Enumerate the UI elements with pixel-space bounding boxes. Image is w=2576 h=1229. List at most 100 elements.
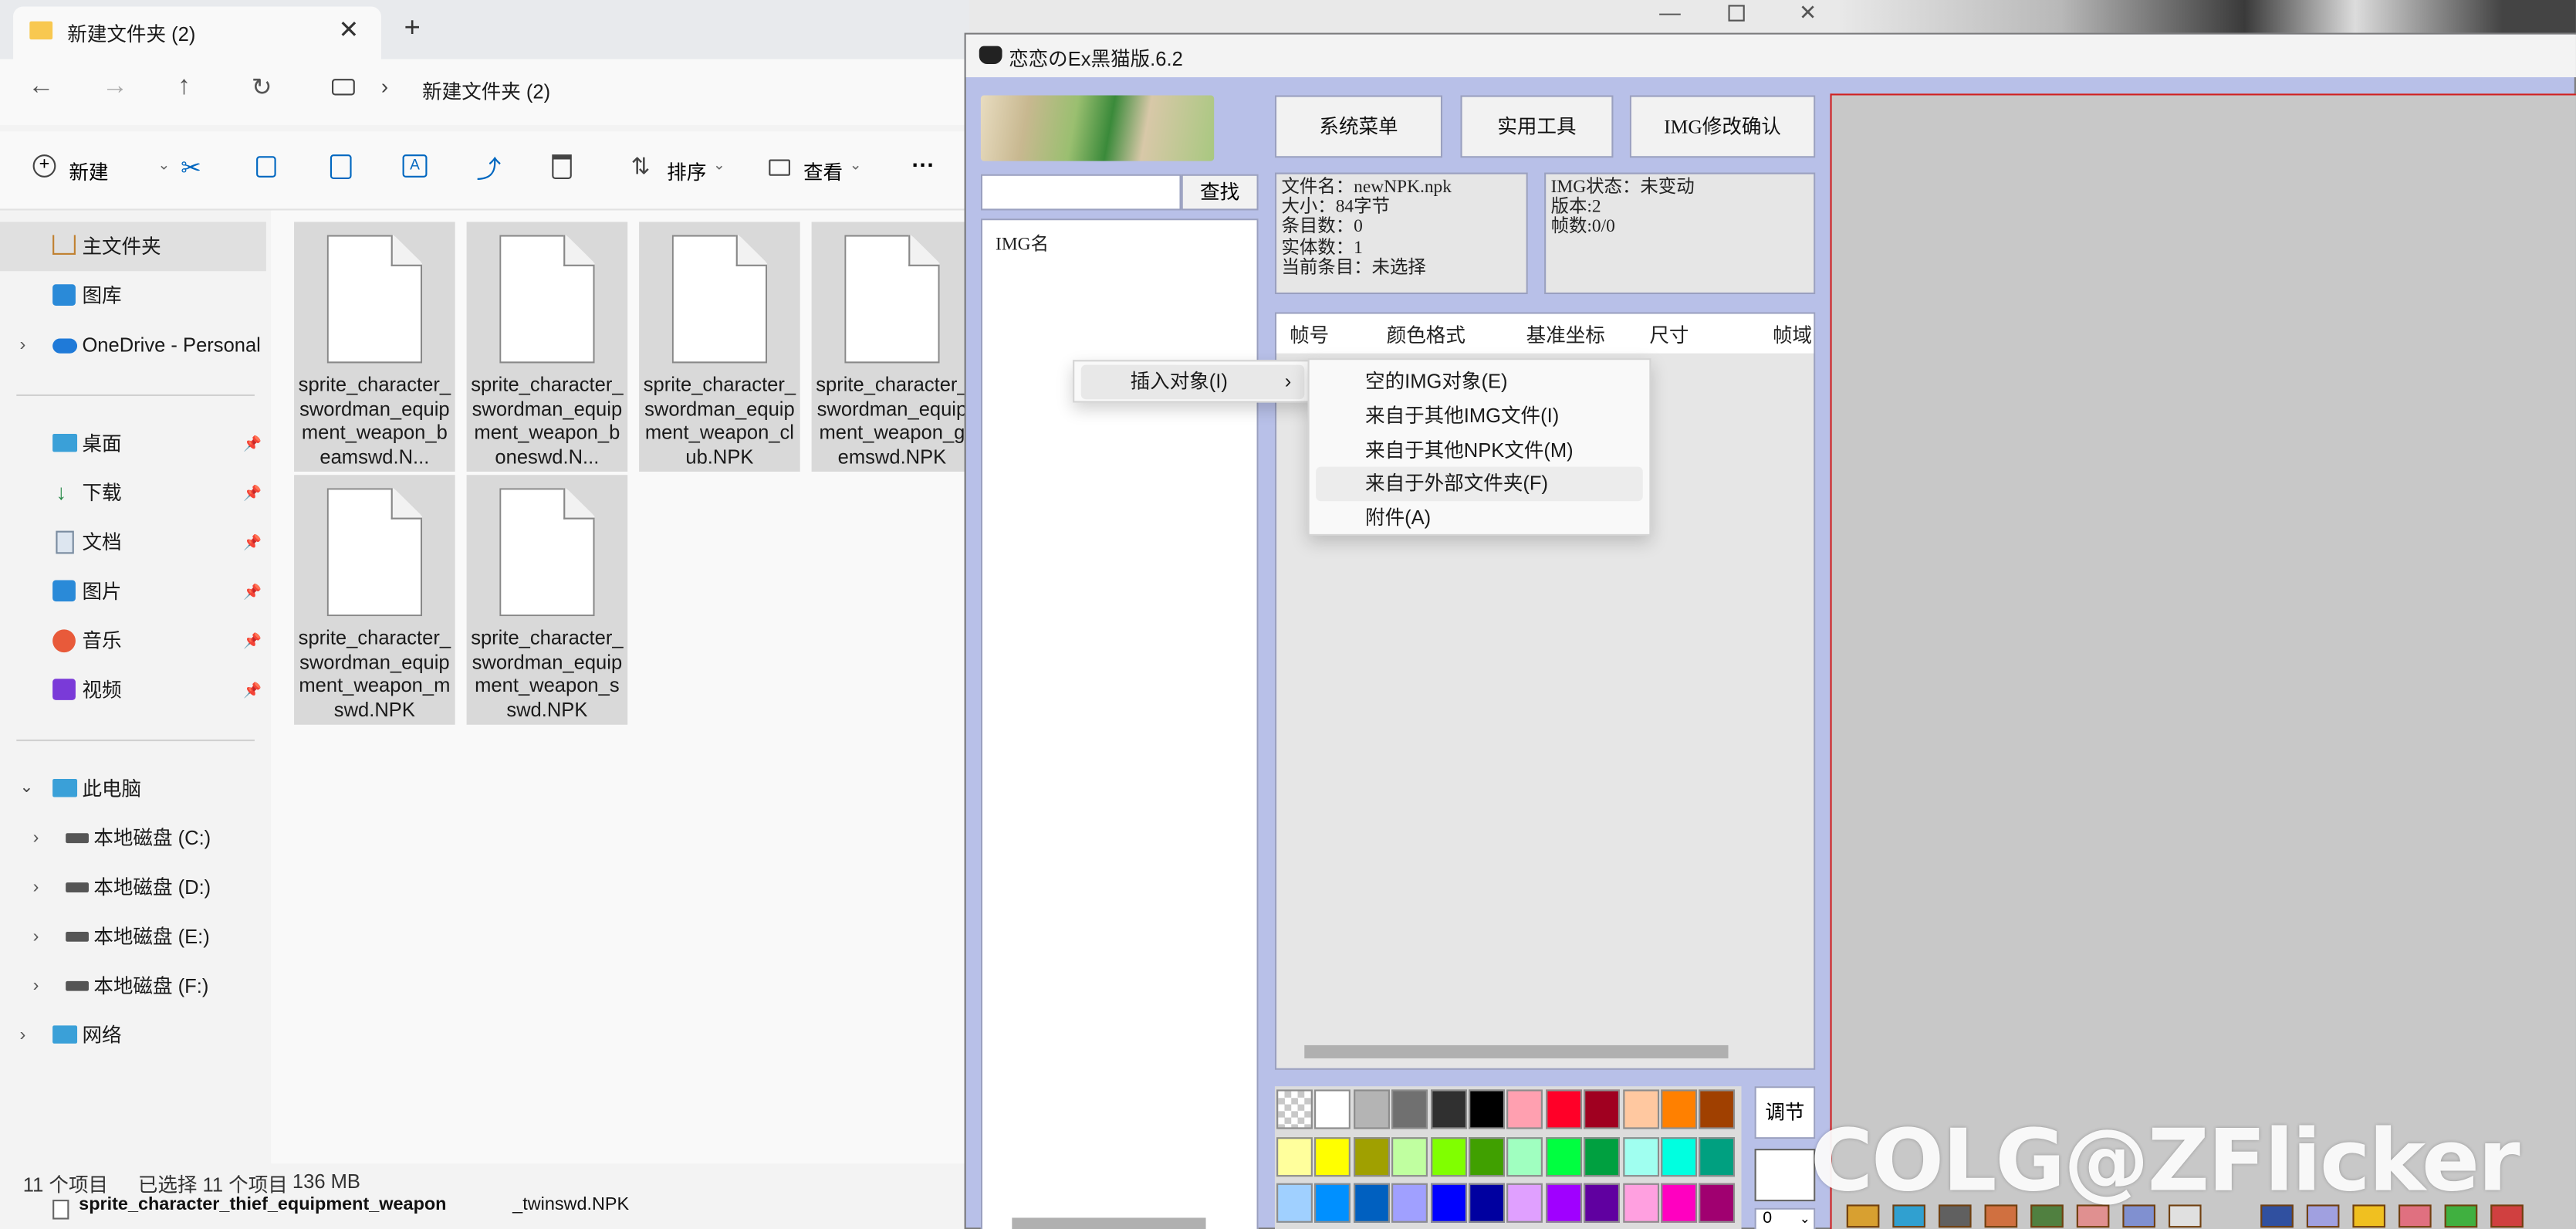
breadcrumb-chevron-icon[interactable]: ›	[381, 74, 388, 99]
color-swatch[interactable]	[1584, 1183, 1621, 1223]
more-options-icon[interactable]: ···	[911, 151, 935, 178]
color-swatch[interactable]	[1699, 1136, 1736, 1177]
zoom-select[interactable]: 0 ⌄	[1754, 1207, 1816, 1229]
column-base-coord[interactable]: 基准坐标	[1526, 320, 1605, 348]
close-window-icon[interactable]: ✕	[1799, 0, 1817, 26]
new-tab-icon[interactable]: +	[404, 12, 421, 45]
expand-chevron-icon[interactable]: ›	[20, 320, 26, 370]
breadcrumb-current[interactable]: 新建文件夹 (2)	[422, 77, 550, 105]
nav-item-music[interactable]: 音乐 📌	[0, 616, 266, 665]
refresh-icon[interactable]: ↻	[252, 73, 272, 102]
back-icon[interactable]: ←	[28, 73, 54, 102]
color-swatch[interactable]	[1506, 1089, 1543, 1129]
view-button[interactable]: 查看	[803, 157, 843, 185]
collapse-chevron-icon[interactable]: ⌄	[20, 764, 34, 814]
menu-item-insert-object[interactable]: 插入对象(I) ›	[1080, 364, 1305, 400]
color-swatch[interactable]	[1276, 1089, 1313, 1129]
file-item[interactable]: sprite_character_swordman_equipment_weap…	[466, 222, 628, 472]
column-size[interactable]: 尺寸	[1649, 320, 1689, 348]
menu-item-attachment[interactable]: 附件(A)	[1316, 501, 1643, 536]
color-swatch[interactable]	[1699, 1089, 1736, 1129]
forward-icon[interactable]: →	[102, 73, 128, 102]
color-swatch[interactable]	[1506, 1183, 1543, 1223]
color-swatch[interactable]	[1661, 1183, 1698, 1223]
color-swatch[interactable]	[1545, 1183, 1582, 1223]
color-swatch[interactable]	[1699, 1183, 1736, 1223]
nav-item-this-pc[interactable]: ⌄ 此电脑	[0, 764, 266, 814]
img-confirm-button[interactable]: IMG修改确认	[1629, 95, 1816, 158]
nav-item-gallery[interactable]: 图库	[0, 271, 266, 320]
color-swatch[interactable]	[1506, 1136, 1543, 1177]
close-tab-icon[interactable]: ✕	[339, 15, 360, 44]
nav-item-videos[interactable]: 视频 📌	[0, 665, 266, 715]
color-swatch[interactable]	[1661, 1089, 1698, 1129]
paste-icon[interactable]	[330, 154, 352, 180]
expand-chevron-icon[interactable]: ›	[33, 961, 39, 1011]
color-swatch[interactable]	[1391, 1136, 1428, 1177]
minimize-icon[interactable]: —	[1659, 0, 1681, 25]
color-swatch[interactable]	[1622, 1136, 1659, 1177]
expand-chevron-icon[interactable]: ›	[20, 1011, 26, 1060]
color-swatch[interactable]	[1353, 1183, 1390, 1223]
tab-current-folder[interactable]: 新建文件夹 (2) ✕	[13, 6, 381, 59]
color-swatch[interactable]	[1391, 1089, 1428, 1129]
nav-item-home[interactable]: 主文件夹	[0, 222, 266, 272]
color-swatch[interactable]	[1661, 1136, 1698, 1177]
color-swatch[interactable]	[1469, 1136, 1505, 1177]
color-swatch[interactable]	[1391, 1183, 1428, 1223]
color-swatch[interactable]	[1469, 1089, 1505, 1129]
up-icon[interactable]: ↑	[177, 73, 191, 102]
color-swatch[interactable]	[1622, 1183, 1659, 1223]
frame-table-scrollbar[interactable]	[1304, 1044, 1729, 1058]
search-button[interactable]: 查找	[1181, 174, 1259, 211]
color-swatch[interactable]	[1469, 1183, 1505, 1223]
copy-icon[interactable]	[256, 156, 276, 178]
menu-item-from-npk-file[interactable]: 来自于其他NPK文件(M)	[1316, 434, 1643, 469]
color-swatch[interactable]	[1430, 1183, 1467, 1223]
column-color-format[interactable]: 颜色格式	[1387, 320, 1465, 348]
utility-button[interactable]: 实用工具	[1460, 95, 1614, 158]
color-swatch[interactable]	[1430, 1089, 1467, 1129]
nav-item-drive-e[interactable]: › 本地磁盘 (E:)	[0, 912, 266, 961]
search-input[interactable]	[980, 174, 1182, 211]
nav-item-pictures[interactable]: 图片 📌	[0, 567, 266, 616]
expand-chevron-icon[interactable]: ›	[33, 912, 39, 961]
nav-item-network[interactable]: › 网络	[0, 1011, 266, 1060]
nav-item-downloads[interactable]: ↓ 下载 📌	[0, 469, 266, 518]
nav-item-drive-d[interactable]: › 本地磁盘 (D:)	[0, 863, 266, 912]
file-item[interactable]: sprite_character_swordman_equipment_weap…	[294, 222, 455, 472]
canvas-area[interactable]	[1830, 93, 2576, 1229]
color-swatch[interactable]	[1584, 1136, 1621, 1177]
sort-button[interactable]: 排序	[667, 157, 706, 185]
menu-item-empty-img[interactable]: 空的IMG对象(E)	[1316, 365, 1643, 400]
share-icon[interactable]: ⤴	[476, 151, 501, 186]
expand-chevron-icon[interactable]: ›	[33, 863, 39, 912]
delete-icon[interactable]	[552, 154, 572, 180]
system-menu-button[interactable]: 系统菜单	[1274, 95, 1443, 158]
file-item[interactable]: sprite_character_swordman_equipment_weap…	[294, 475, 455, 725]
color-swatch[interactable]	[1545, 1089, 1582, 1129]
color-swatch[interactable]	[1314, 1183, 1351, 1223]
nav-item-desktop[interactable]: 桌面 📌	[0, 419, 266, 469]
new-button[interactable]: 新建	[69, 157, 108, 185]
color-swatch[interactable]	[1353, 1136, 1390, 1177]
column-frame-domain[interactable]: 帧域	[1773, 320, 1812, 348]
adjust-button[interactable]: 调节	[1754, 1086, 1816, 1139]
color-swatch[interactable]	[1622, 1089, 1659, 1129]
maximize-icon[interactable]	[1728, 5, 1745, 22]
nav-item-onedrive[interactable]: › OneDrive - Personal	[0, 320, 266, 370]
file-item[interactable]: sprite_character_swordman_equipment_weap…	[466, 475, 628, 725]
nav-item-drive-f[interactable]: › 本地磁盘 (F:)	[0, 961, 266, 1011]
color-swatch[interactable]	[1545, 1136, 1582, 1177]
nav-item-drive-c[interactable]: › 本地磁盘 (C:)	[0, 814, 266, 863]
rename-icon[interactable]: A	[402, 154, 428, 178]
menu-item-from-img-file[interactable]: 来自于其他IMG文件(I)	[1316, 399, 1643, 434]
color-swatch[interactable]	[1314, 1089, 1351, 1129]
menu-item-from-folder[interactable]: 来自于外部文件夹(F)	[1316, 466, 1643, 502]
color-swatch[interactable]	[1314, 1136, 1351, 1177]
color-swatch[interactable]	[1430, 1136, 1467, 1177]
color-swatch[interactable]	[1353, 1089, 1390, 1129]
cut-icon[interactable]: ✂	[181, 153, 201, 182]
nav-item-documents[interactable]: 文档 📌	[0, 518, 266, 567]
color-swatch[interactable]	[1276, 1136, 1313, 1177]
